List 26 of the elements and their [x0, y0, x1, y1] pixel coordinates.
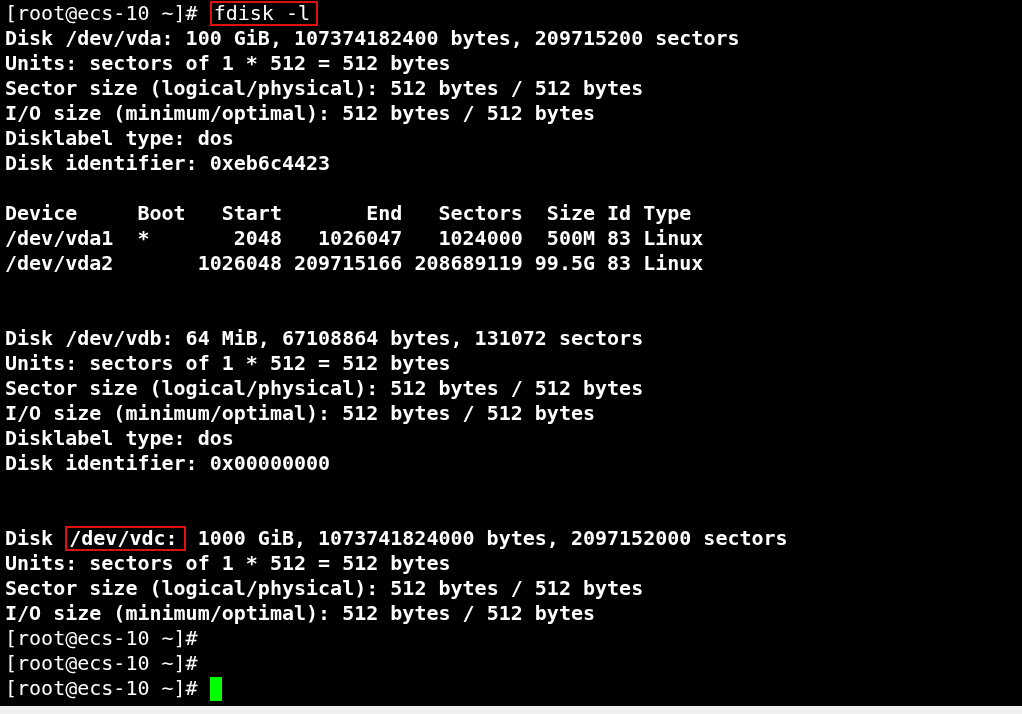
terminal-text: Units: sectors of 1 * 512 = 512 bytes	[5, 351, 451, 376]
terminal-text: Disk identifier: 0xeb6c4423	[5, 151, 331, 176]
terminal-text: I/O size (minimum/optimal): 512 bytes / 512 bytes	[5, 601, 595, 626]
terminal-text: Disk /dev/vdb: 64 MiB, 67108864 bytes, 131072 sectors	[5, 326, 644, 351]
terminal-text: Sector size (logical/physical): 512 bytes / 512 bytes	[5, 376, 644, 401]
terminal-text: [root@ecs-10 ~]#	[5, 676, 199, 701]
terminal-text: Device Boot Start End Sectors Size Id Type	[5, 201, 692, 226]
terminal-text: Disk /dev/vda: 100 GiB, 107374182400 bytes, 209715200 sectors	[5, 26, 740, 51]
terminal-text: Units: sectors of 1 * 512 = 512 bytes	[5, 551, 451, 576]
terminal-text: [root@ecs-10 ~]#	[5, 651, 198, 676]
terminal-text: Disklabel type: dos	[5, 426, 234, 451]
highlighted-text: /dev/vdc:	[65, 526, 186, 551]
terminal-text: 1000 GiB, 1073741824000 bytes, 2097152000 sectors	[196, 526, 788, 551]
terminal-text: [root@ecs-10 ~]#	[5, 1, 199, 26]
terminal-text: I/O size (minimum/optimal): 512 bytes / 512 bytes	[5, 101, 595, 126]
highlighted-text: fdisk -l	[209, 1, 319, 26]
terminal-text: /dev/vda1 * 2048 1026047 1024000 500M 83 Linux	[5, 226, 704, 251]
terminal-text: Disk identifier: 0x00000000	[5, 451, 331, 476]
terminal-text: Sector size (logical/physical): 512 bytes / 512 bytes	[5, 576, 644, 601]
terminal-text: Units: sectors of 1 * 512 = 512 bytes	[5, 51, 451, 76]
terminal-text: [root@ecs-10 ~]#	[5, 626, 198, 651]
terminal-text: Sector size (logical/physical): 512 bytes / 512 bytes	[5, 76, 644, 101]
terminal-text: Disk	[5, 526, 55, 551]
terminal-text: /dev/vda2 1026048 209715166 208689119 99.5G 83 Linux	[5, 251, 704, 276]
terminal-text: I/O size (minimum/optimal): 512 bytes / 512 bytes	[5, 401, 595, 426]
terminal-text: Disklabel type: dos	[5, 126, 234, 151]
